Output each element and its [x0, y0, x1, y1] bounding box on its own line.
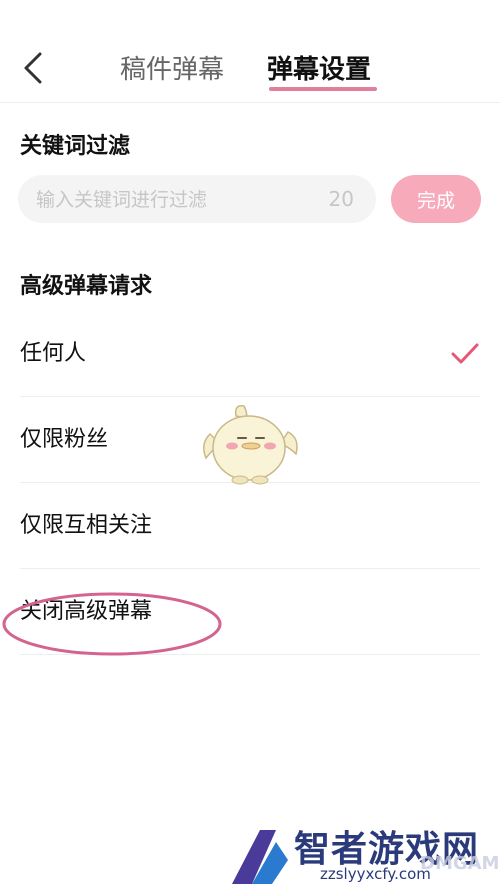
option-label: 任何人	[20, 341, 87, 366]
option-anyone[interactable]: 任何人	[0, 311, 500, 397]
tab-manuscript-danmaku[interactable]: 稿件弹幕	[120, 52, 224, 88]
option-mutual-follow[interactable]: 仅限互相关注	[0, 483, 500, 569]
option-label: 仅限互相关注	[20, 513, 153, 538]
checkmark-icon	[451, 343, 479, 364]
advanced-danmaku-title: 高级弹幕请求	[20, 274, 153, 299]
keyword-input-container: 20	[18, 175, 376, 225]
highlight-annotation	[2, 592, 222, 656]
active-tab-indicator	[269, 87, 377, 91]
done-button[interactable]: 完成	[391, 175, 481, 223]
mascot-sticker	[203, 404, 298, 485]
chevron-left-icon[interactable]	[14, 46, 54, 90]
watermark-url: zzslyyxcfy.com	[320, 865, 431, 883]
keyword-input[interactable]	[34, 175, 328, 225]
keyword-filter-title: 关键词过滤	[20, 134, 131, 159]
top-bar: 稿件弹幕 弹幕设置	[0, 0, 500, 103]
option-label: 仅限粉丝	[20, 427, 109, 452]
tab-danmaku-settings[interactable]: 弹幕设置	[267, 52, 371, 88]
watermark-game-text: DMGAME	[420, 853, 500, 874]
remaining-char-count: 20	[328, 187, 354, 211]
